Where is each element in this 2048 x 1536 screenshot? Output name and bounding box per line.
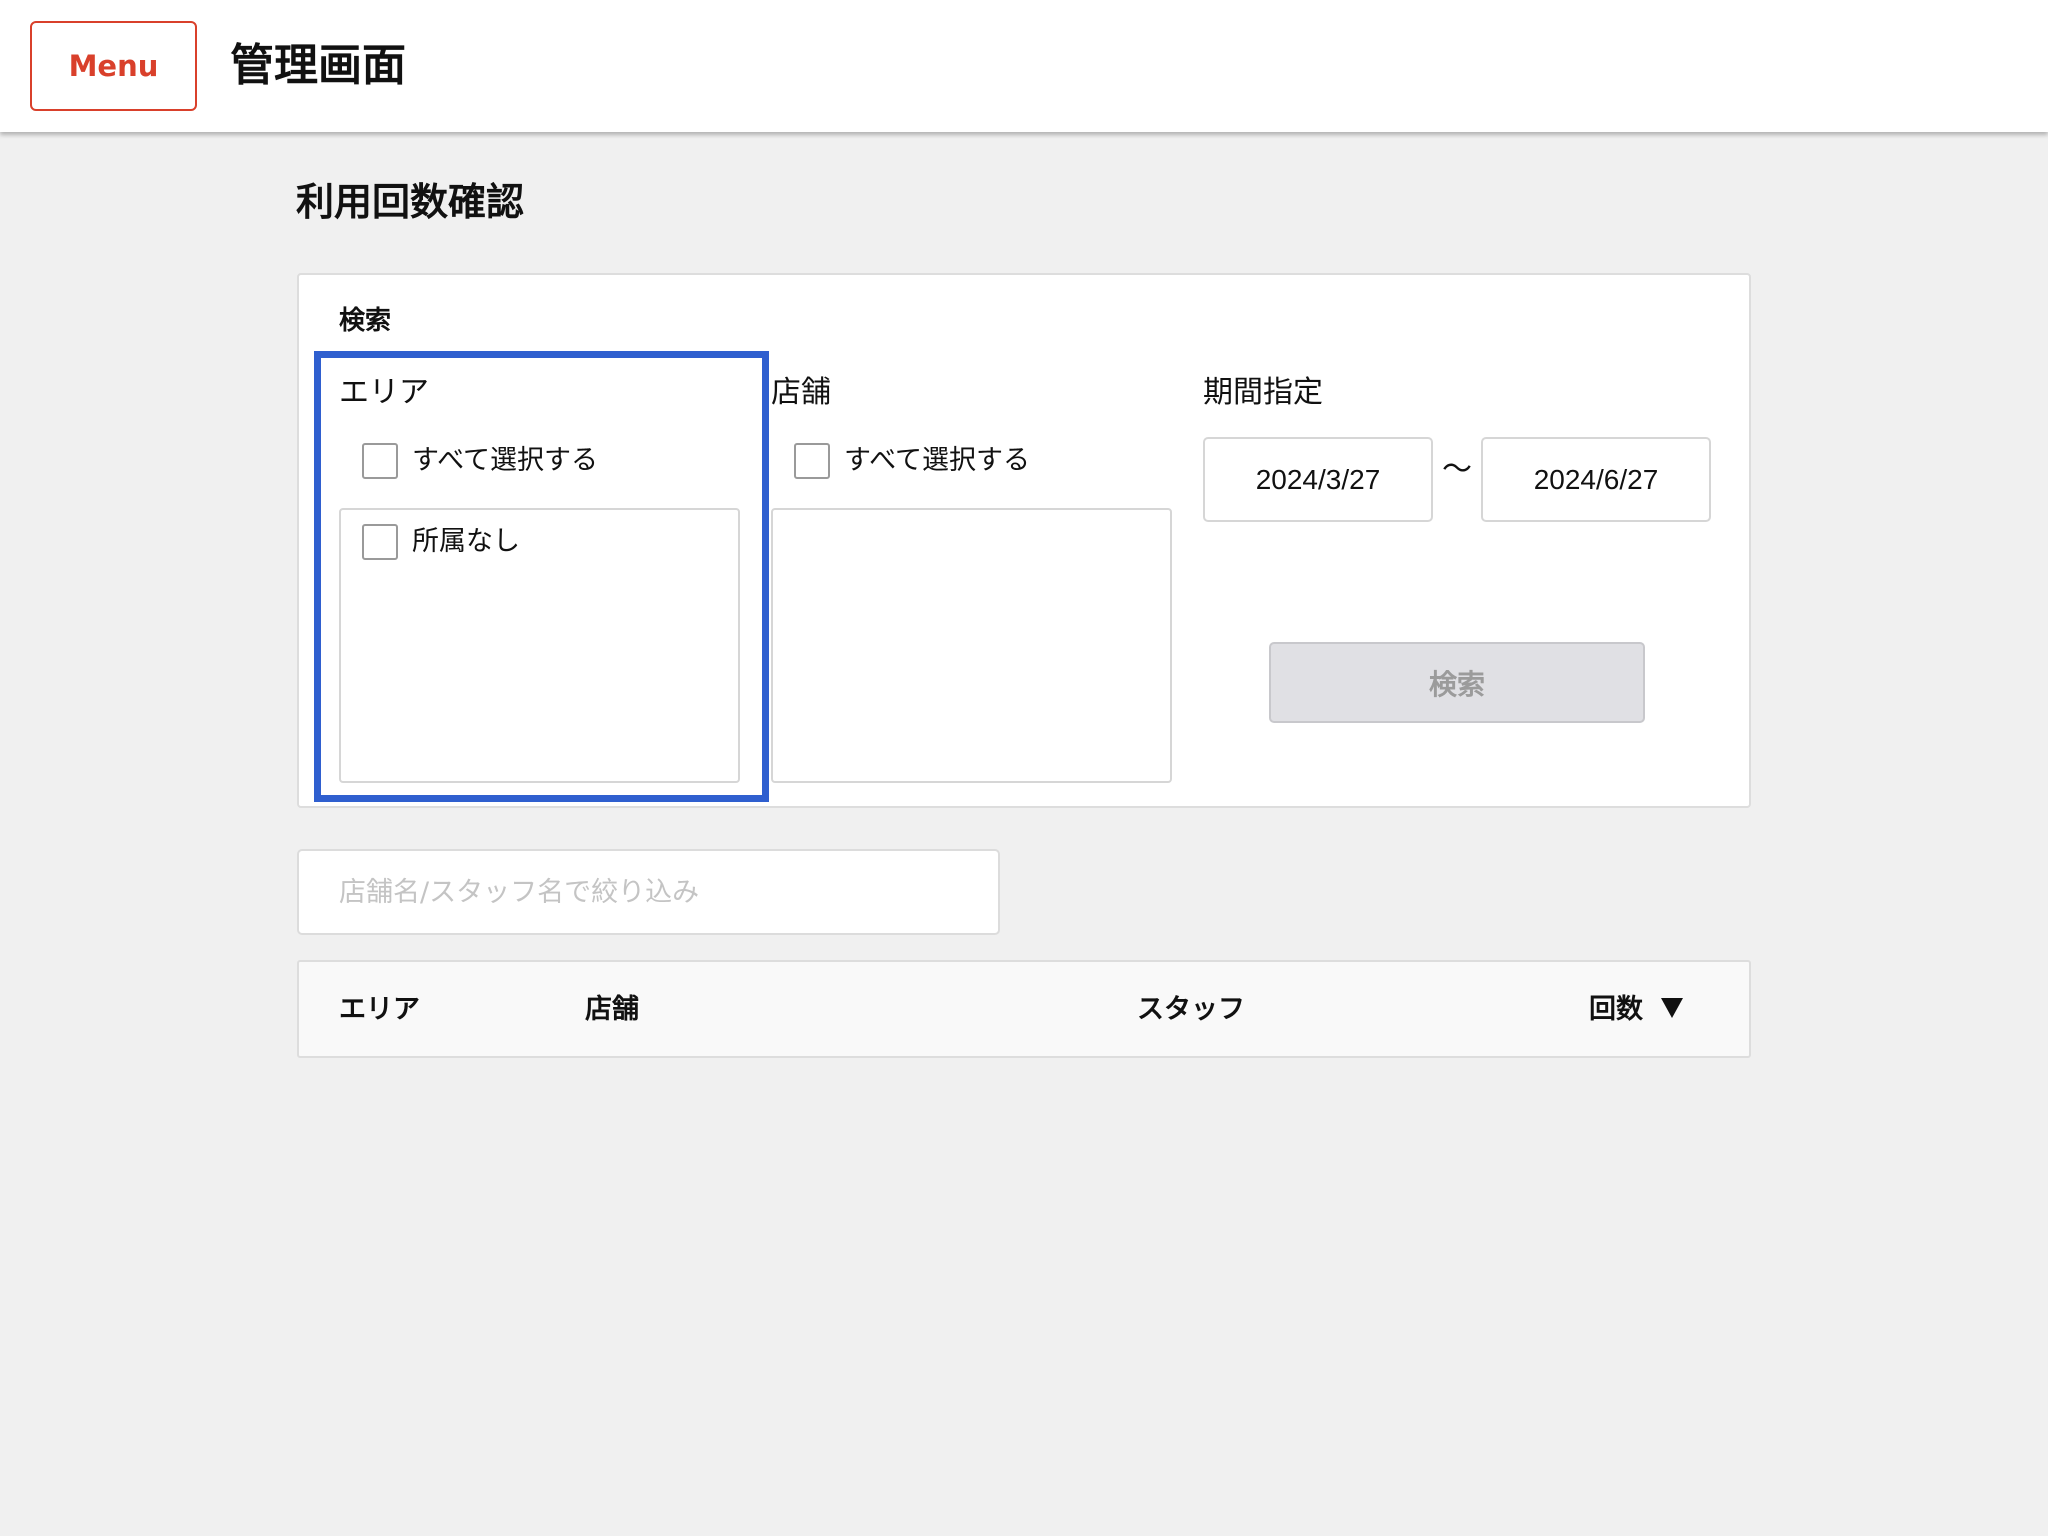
area-select-all[interactable]: すべて選択する [362, 443, 598, 479]
menu-button[interactable]: Menu [30, 21, 197, 111]
date-from-input[interactable]: 2024/3/27 [1203, 437, 1433, 522]
store-select-all[interactable]: すべて選択する [794, 443, 1030, 479]
filter-input[interactable] [297, 849, 1000, 935]
table-header: エリア 店舗 スタッフ 回数 [297, 960, 1751, 1058]
column-header-staff[interactable]: スタッフ [1137, 992, 1245, 1028]
area-title: エリア [339, 375, 429, 410]
area-select-all-label: すべて選択する [412, 445, 599, 476]
column-header-count[interactable]: 回数 [1589, 992, 1643, 1028]
search-panel: 検索 エリア すべて選択する 所属なし 店舗 すべて選択する 期間指定 2024… [297, 273, 1751, 808]
area-item-label: 所属なし [412, 526, 520, 557]
store-select-all-label: すべて選択する [844, 445, 1031, 476]
store-list[interactable] [771, 508, 1172, 783]
store-title: 店舗 [771, 375, 831, 410]
search-panel-heading: 検索 [339, 306, 392, 336]
period-title: 期間指定 [1203, 375, 1323, 410]
page-title: 利用回数確認 [296, 180, 525, 224]
area-list-item[interactable]: 所属なし [362, 524, 520, 560]
area-item-checkbox[interactable] [362, 524, 398, 560]
app-title: 管理画面 [230, 40, 406, 91]
sort-desc-icon[interactable] [1661, 998, 1683, 1018]
date-range-separator: ～ [1442, 452, 1472, 487]
date-to-input[interactable]: 2024/6/27 [1481, 437, 1711, 522]
search-button[interactable]: 検索 [1269, 642, 1645, 723]
app-header: Menu 管理画面 [0, 0, 2048, 132]
column-header-store[interactable]: 店舗 [585, 992, 639, 1028]
store-select-all-checkbox[interactable] [794, 443, 830, 479]
area-list[interactable]: 所属なし [339, 508, 740, 783]
area-select-all-checkbox[interactable] [362, 443, 398, 479]
column-header-area[interactable]: エリア [339, 992, 420, 1028]
